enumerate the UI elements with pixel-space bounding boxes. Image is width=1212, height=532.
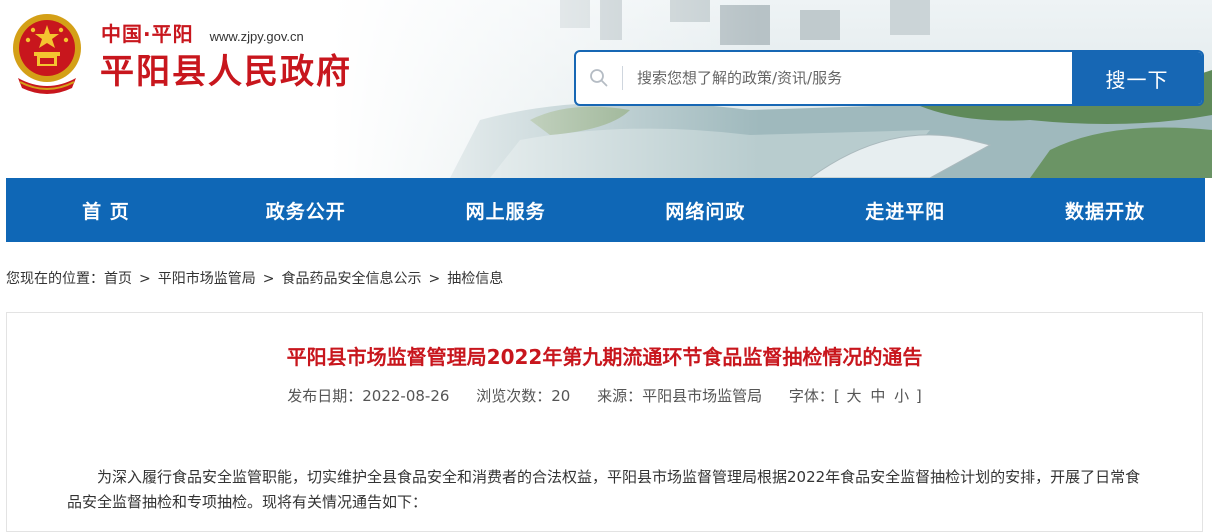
nav-item-online-services[interactable]: 网上服务 <box>406 178 606 242</box>
nav-item-home[interactable]: 首 页 <box>6 178 206 242</box>
article-meta: 发布日期：2022-08-26 浏览次数：20 来源：平阳县市场监管局 字体：[… <box>7 385 1202 406</box>
font-size-large[interactable]: 大 <box>847 387 862 405</box>
font-size-small[interactable]: 小 <box>894 387 909 405</box>
article-body: 为深入履行食品安全监管职能，切实维护全县食品安全和消费者的合法权益，平阳县市场监… <box>67 468 1141 511</box>
font-size-control: 字体：[ 大 中 小 ] <box>789 387 922 405</box>
font-size-label: 字体：[ <box>788 387 840 405</box>
search-icon <box>576 52 622 104</box>
site-header: 中国·平阳 www.zjpy.gov.cn 平阳县人民政府 搜一下 <box>0 0 1212 178</box>
national-emblem-logo <box>13 14 81 94</box>
font-size-close: ] <box>915 387 922 405</box>
breadcrumb-separator: > <box>428 271 441 287</box>
nav-item-open-data[interactable]: 数据开放 <box>1005 178 1205 242</box>
view-count: 浏览次数：20 <box>476 387 571 405</box>
site-name[interactable]: 平阳县人民政府 <box>100 50 352 94</box>
article-source: 来源：平阳县市场监管局 <box>597 387 763 405</box>
search-button[interactable]: 搜一下 <box>1072 52 1202 104</box>
breadcrumb-food-drug-safety[interactable]: 食品药品安全信息公示 <box>281 271 421 287</box>
breadcrumb-market-bureau[interactable]: 平阳市场监管局 <box>158 271 256 287</box>
search-input[interactable] <box>623 52 1072 104</box>
search-bar: 搜一下 <box>574 50 1204 106</box>
breadcrumb-prefix: 您现在的位置： <box>6 271 104 287</box>
font-size-medium[interactable]: 中 <box>870 387 885 405</box>
site-url[interactable]: www.zjpy.gov.cn <box>210 29 304 44</box>
breadcrumb: 您现在的位置：首页 > 平阳市场监管局 > 食品药品安全信息公示 > 抽检信息 <box>6 268 503 288</box>
article-panel: 平阳县市场监督管理局2022年第九期流通环节食品监督抽检情况的通告 发布日期：2… <box>6 312 1203 532</box>
article-title: 平阳县市场监督管理局2022年第九期流通环节食品监督抽检情况的通告 <box>286 345 923 369</box>
nav-item-government-affairs[interactable]: 政务公开 <box>206 178 406 242</box>
publish-date: 发布日期：2022-08-26 <box>287 387 450 405</box>
nav-item-about-pingyang[interactable]: 走进平阳 <box>805 178 1005 242</box>
breadcrumb-home[interactable]: 首页 <box>104 271 132 287</box>
breadcrumb-separator: > <box>262 271 275 287</box>
breadcrumb-separator: > <box>139 271 151 287</box>
breadcrumb-sampling-info[interactable]: 抽检信息 <box>447 271 503 287</box>
site-brand: 中国·平阳 <box>101 22 194 46</box>
nav-item-online-inquiry[interactable]: 网络问政 <box>605 178 805 242</box>
main-nav: 首 页 政务公开 网上服务 网络问政 走进平阳 数据开放 <box>6 178 1205 242</box>
site-top-line: 中国·平阳 www.zjpy.gov.cn <box>101 18 304 46</box>
